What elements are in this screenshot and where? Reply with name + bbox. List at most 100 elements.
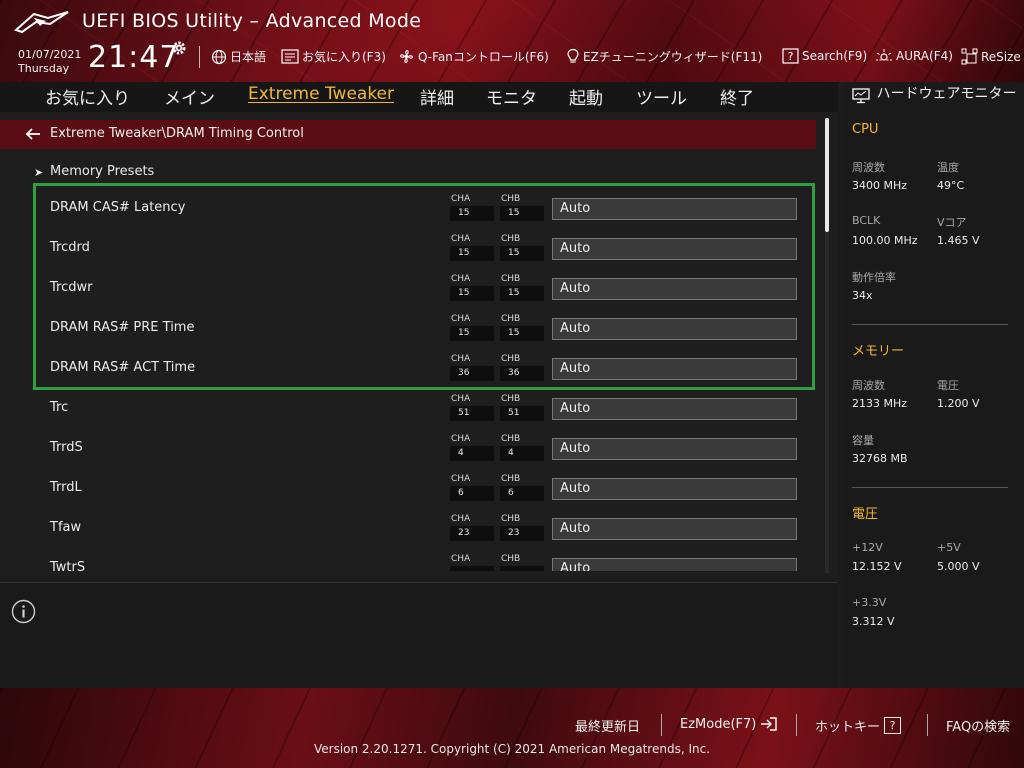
chb-value (500, 566, 544, 571)
chb-value: 15 (500, 246, 544, 261)
setting-row[interactable]: TrrdS CHA CHB 4 4 Auto (0, 428, 816, 468)
setting-row[interactable]: DRAM RAS# ACT Time CHA CHB 36 36 Auto (0, 348, 816, 388)
setting-label: DRAM RAS# ACT Time (50, 360, 196, 375)
tab-boot[interactable]: 起動 (569, 84, 603, 109)
hw-divider (852, 324, 1008, 325)
back-arrow-icon[interactable] (24, 125, 42, 143)
setting-row[interactable]: Trc CHA CHB 51 51 Auto (0, 388, 816, 428)
cpu-heading: CPU (852, 122, 879, 137)
setting-select[interactable]: Auto (552, 278, 797, 300)
faq-label: FAQの検索 (946, 720, 1011, 735)
cha-label: CHA (451, 354, 471, 364)
footer-divider (927, 714, 928, 736)
cha-value-text: 36 (458, 368, 470, 378)
tab-main[interactable]: メイン (164, 84, 215, 109)
setting-select[interactable]: Auto (552, 198, 797, 220)
favorites-button[interactable]: お気に入り(F3) (281, 48, 386, 65)
help-icon: ? (782, 48, 799, 64)
chb-value-text: 51 (508, 408, 520, 418)
cpu-freq-value: 3400 MHz (852, 179, 908, 192)
resize-icon (961, 48, 978, 65)
cha-value: 6 (450, 486, 494, 501)
setting-row[interactable]: Tfaw CHA CHB 23 23 Auto (0, 508, 816, 548)
tab-exit[interactable]: 終了 (720, 84, 754, 109)
mem-freq-value: 2133 MHz (852, 397, 908, 410)
globe-icon (211, 49, 227, 64)
chb-value-text: 15 (508, 328, 520, 338)
clock-time: 21:47 (88, 40, 180, 75)
setting-select[interactable]: Auto (552, 518, 797, 540)
memory-heading: メモリー (852, 344, 905, 359)
setting-row[interactable]: DRAM RAS# PRE Time CHA CHB 15 15 Auto (0, 308, 816, 348)
cha-value-text: 15 (458, 328, 470, 338)
chb-label: CHB (501, 394, 521, 404)
search-button[interactable]: ? Search(F9) (782, 48, 867, 64)
hotkeys-button[interactable]: ホットキー ? (815, 716, 902, 735)
setting-select[interactable]: Auto (552, 478, 797, 500)
setting-row[interactable]: Trcdrd CHA CHB 15 15 Auto (0, 228, 816, 268)
help-key-icon: ? (884, 717, 902, 734)
setting-label: TrrdS (50, 440, 83, 455)
cha-label: CHA (451, 194, 471, 204)
chb-value: 23 (500, 526, 544, 541)
scrollbar-thumb[interactable] (825, 118, 829, 232)
ez-wizard-button[interactable]: EZチューニングウィザード(F11) (566, 48, 762, 65)
resize-label: ReSize (981, 49, 1021, 64)
chb-label: CHB (501, 274, 521, 284)
chb-value-text: 15 (508, 288, 520, 298)
resize-button[interactable]: ReSize (961, 48, 1021, 65)
setting-select[interactable]: Auto (552, 558, 797, 571)
last-modified-button[interactable]: 最終更新日 (575, 716, 640, 735)
date-display: 01/07/2021 Thursday (18, 48, 81, 76)
setting-row[interactable]: DRAM CAS# Latency CHA CHB 15 15 Auto (0, 188, 816, 228)
date-text: 01/07/2021 (18, 48, 82, 61)
ezmode-label: EzMode(F7) (680, 716, 757, 732)
faq-search-button[interactable]: FAQの検索 (946, 716, 1010, 735)
mem-volt-label: 電圧 (937, 379, 959, 392)
ratio-label: 動作倍率 (852, 271, 896, 284)
cpu-temp-label: 温度 (937, 161, 959, 174)
chb-value: 15 (500, 206, 544, 221)
tab-favorites[interactable]: お気に入り (45, 84, 130, 109)
hardware-monitor-title: ハードウェアモニター (876, 86, 1017, 102)
setting-select[interactable]: Auto (552, 398, 797, 420)
hotkeys-label: ホットキー (815, 720, 881, 735)
gear-icon[interactable] (171, 40, 187, 56)
cha-value-text: 51 (458, 408, 470, 418)
cha-label: CHA (451, 394, 471, 404)
tab-monitor[interactable]: モニタ (486, 84, 537, 109)
tab-extreme-tweaker[interactable]: Extreme Tweaker (248, 84, 394, 104)
language-button[interactable]: 日本語 (211, 48, 266, 65)
cha-value-text: 15 (458, 248, 470, 258)
memory-presets-link[interactable]: Memory Presets (50, 164, 154, 179)
setting-select[interactable]: Auto (552, 438, 797, 460)
chb-value: 51 (500, 406, 544, 421)
footer-divider (661, 714, 662, 736)
setting-row[interactable]: TrrdL CHA CHB 6 6 Auto (0, 468, 816, 508)
setting-label: TwtrS (50, 560, 86, 571)
setting-select[interactable]: Auto (552, 318, 797, 340)
setting-row[interactable]: TwtrS CHA CHB Auto (0, 548, 816, 571)
tab-advanced[interactable]: 詳細 (420, 84, 454, 109)
mem-freq-label: 周波数 (852, 379, 885, 392)
chb-value: 36 (500, 366, 544, 381)
setting-label: Trc (50, 400, 69, 415)
cha-value-text: 6 (458, 488, 464, 498)
cha-label: CHA (451, 234, 471, 244)
ezmode-button[interactable]: EzMode(F7) (680, 716, 778, 732)
cha-value (450, 566, 494, 571)
aura-button[interactable]: AURA(F4) (875, 48, 953, 64)
qfan-button[interactable]: Q-Fanコントロール(F6) (398, 48, 549, 65)
tab-tool[interactable]: ツール (636, 84, 687, 109)
chb-value: 15 (500, 326, 544, 341)
hw-divider (852, 487, 1008, 488)
chb-value-text: 15 (508, 208, 520, 218)
chevron-right-icon: ➤ (34, 166, 44, 179)
setting-row[interactable]: Trcdwr CHA CHB 15 15 Auto (0, 268, 816, 308)
cha-value: 15 (450, 286, 494, 301)
chb-label: CHB (501, 314, 521, 324)
setting-label: Tfaw (50, 520, 82, 535)
setting-select[interactable]: Auto (552, 358, 797, 380)
setting-select[interactable]: Auto (552, 238, 797, 260)
bclk-value: 100.00 MHz (852, 234, 918, 247)
